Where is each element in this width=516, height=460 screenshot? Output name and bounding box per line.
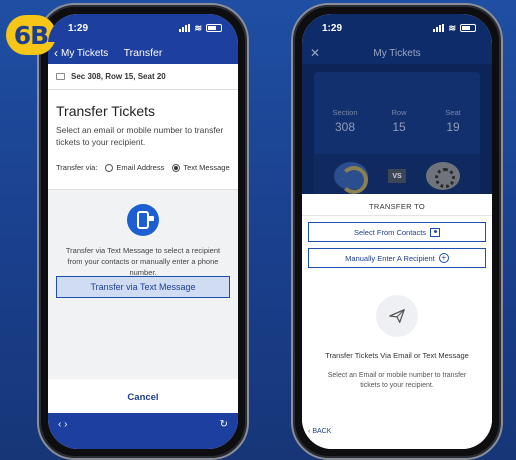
section-column: Section 308 bbox=[320, 108, 370, 134]
sheet-title: TRANSFER TO bbox=[369, 202, 425, 211]
signal-icon bbox=[433, 24, 445, 32]
chevron-left-icon: ‹ bbox=[54, 46, 58, 60]
back-button[interactable]: ‹ BACK bbox=[308, 428, 331, 435]
contacts-icon bbox=[430, 227, 441, 237]
section-label: Section bbox=[332, 108, 358, 117]
right-phone-screen: 1:29 ≋ ✕ My Tickets Section 308 Row 15 S… bbox=[302, 14, 492, 449]
seat-label: Seat bbox=[445, 108, 461, 117]
send-plane-icon bbox=[376, 295, 418, 337]
transfer-heading: Transfer Tickets bbox=[56, 103, 156, 119]
email-or-text-title: Transfer Tickets Via Email or Text Messa… bbox=[325, 351, 469, 360]
transfer-via-label: Transfer via: bbox=[56, 163, 98, 172]
transfer-description: Select an email or mobile number to tran… bbox=[56, 125, 224, 147]
rams-logo-icon bbox=[334, 162, 368, 194]
transfer-via-text-button[interactable]: Transfer via Text Message bbox=[56, 276, 230, 298]
browser-toolbar: ‹ › ↻ bbox=[48, 413, 238, 449]
status-bar: 1:29 ≋ bbox=[48, 14, 238, 42]
transfer-via-row: Transfer via: Email Address Text Message bbox=[56, 163, 230, 172]
left-phone: 1:29 ≋ ‹ My Tickets Transfer Sec 308, Ro… bbox=[37, 3, 249, 460]
seat-info: Sec 308, Row 15, Seat 20 bbox=[71, 72, 166, 81]
status-time: 1:29 bbox=[68, 22, 89, 34]
nav-bar: ‹ My Tickets Transfer bbox=[48, 42, 238, 64]
radio-email-dot[interactable] bbox=[105, 163, 114, 172]
mobile-phone-icon bbox=[127, 204, 159, 236]
code-nav-icon[interactable]: ‹ › bbox=[58, 419, 67, 430]
wifi-icon: ≋ bbox=[194, 22, 202, 33]
manually-enter-recipient-label: Manually Enter A Recipient bbox=[345, 253, 435, 263]
cancel-button[interactable]: Cancel bbox=[48, 392, 238, 403]
radio-email-label: Email Address bbox=[116, 163, 165, 172]
chevron-left-icon: ‹ bbox=[308, 428, 311, 435]
row-value: 15 bbox=[392, 120, 406, 134]
email-or-text-description: Select an Email or mobile number to tran… bbox=[327, 372, 467, 389]
back-button[interactable]: ‹ My Tickets bbox=[48, 46, 108, 60]
manually-enter-recipient-button[interactable]: Manually Enter A Recipient + bbox=[308, 248, 486, 268]
back-label: My Tickets bbox=[61, 47, 109, 59]
sms-description: Transfer via Text Message to select a re… bbox=[65, 246, 221, 277]
right-phone: 1:29 ≋ ✕ My Tickets Section 308 Row 15 S… bbox=[291, 3, 503, 460]
seat-info-row: Sec 308, Row 15, Seat 20 bbox=[48, 64, 238, 90]
status-icons: ≋ bbox=[433, 23, 476, 34]
ticket-header: ✕ My Tickets bbox=[302, 42, 492, 64]
plus-circle-icon: + bbox=[438, 253, 449, 263]
select-from-contacts-button[interactable]: Select From Contacts bbox=[308, 222, 486, 242]
divider bbox=[302, 215, 492, 216]
refresh-icon[interactable]: ↻ bbox=[220, 419, 228, 430]
seat-value: 19 bbox=[446, 120, 460, 134]
row-column: Row 15 bbox=[374, 108, 424, 134]
seat-column: Seat 19 bbox=[428, 108, 478, 134]
back-label: BACK bbox=[312, 428, 332, 435]
radio-email[interactable]: Email Address bbox=[105, 163, 164, 172]
vs-badge: VS bbox=[388, 169, 406, 183]
signal-icon bbox=[179, 24, 191, 32]
ticket-icon bbox=[56, 73, 65, 80]
status-icons: ≋ bbox=[179, 23, 222, 34]
status-bar: 1:29 ≋ bbox=[302, 14, 492, 42]
radio-text-label: Text Message bbox=[183, 163, 230, 172]
row-label: Row bbox=[391, 108, 407, 117]
steelers-logo-icon bbox=[426, 162, 460, 190]
left-phone-screen: 1:29 ≋ ‹ My Tickets Transfer Sec 308, Ro… bbox=[48, 14, 238, 449]
battery-icon bbox=[206, 24, 222, 32]
select-from-contacts-label: Select From Contacts bbox=[353, 227, 427, 237]
status-time: 1:29 bbox=[322, 22, 343, 34]
section-value: 308 bbox=[334, 120, 356, 134]
wifi-icon: ≋ bbox=[448, 22, 456, 33]
radio-text-dot[interactable] bbox=[172, 163, 181, 172]
radio-text[interactable]: Text Message bbox=[172, 163, 230, 172]
battery-icon bbox=[460, 24, 476, 32]
page-title: My Tickets bbox=[373, 47, 421, 59]
close-icon[interactable]: ✕ bbox=[302, 46, 320, 60]
